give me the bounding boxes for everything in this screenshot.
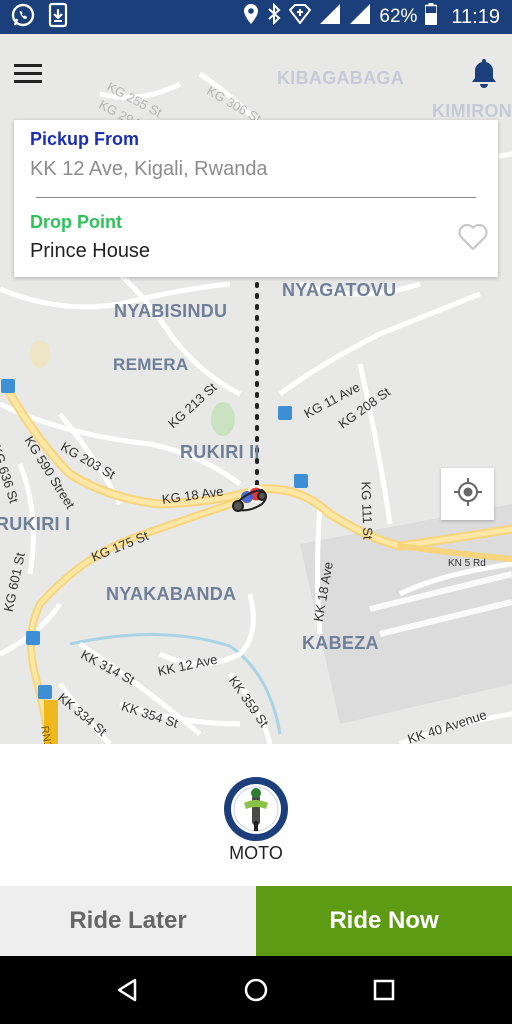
area-label-nyakabanda: NYAKABANDA [106, 584, 237, 604]
download-icon [48, 2, 68, 33]
street-label: KN 5 Rd [448, 558, 486, 569]
pickup-field[interactable]: KK 12 Ave, Kigali, Rwanda [30, 158, 268, 181]
bluetooth-icon [267, 2, 281, 31]
data-saver-icon [289, 4, 312, 30]
ride-now-button[interactable]: Ride Now [256, 886, 512, 956]
system-nav-bar [0, 956, 512, 1024]
battery-icon [424, 3, 439, 31]
area-label-rukiri-ii: RUKIRI II [180, 442, 260, 462]
vehicle-selector: MOTO [0, 744, 512, 886]
area-label-kibagabaga: KIBAGABAGA [277, 68, 404, 88]
location-icon [243, 3, 259, 31]
menu-icon[interactable] [14, 64, 42, 84]
my-location-icon [453, 477, 483, 512]
bell-icon[interactable] [468, 56, 500, 90]
signal-icon-2 [349, 3, 371, 31]
area-label-remera: REMERA [113, 355, 189, 374]
card-divider [36, 197, 476, 198]
home-icon[interactable] [242, 976, 270, 1004]
drop-label: Drop Point [30, 212, 122, 232]
area-label-nyabisindu: NYABISINDU [114, 301, 228, 321]
recents-icon[interactable] [370, 976, 398, 1004]
clock: 11:19 [451, 5, 500, 28]
area-label-nyagatovu: NYAGATOVU [282, 280, 397, 300]
vehicle-label: MOTO [229, 843, 283, 863]
route-card: Pickup From KK 12 Ave, Kigali, Rwanda Dr… [14, 120, 498, 277]
back-icon[interactable] [114, 976, 142, 1004]
whatsapp-icon [10, 2, 36, 33]
drop-field[interactable]: Prince House [30, 240, 150, 263]
pickup-label: Pickup From [30, 129, 140, 149]
heart-icon[interactable] [457, 222, 489, 252]
my-location-button[interactable] [441, 468, 494, 520]
ride-later-button[interactable]: Ride Later [0, 886, 256, 956]
area-label-kabeza: KABEZA [302, 633, 379, 653]
area-label-kimironko: KIMIRONKO [432, 101, 512, 121]
street-label: KG 111 St [358, 481, 376, 540]
moto-icon[interactable] [224, 777, 288, 841]
status-bar: 62% 11:19 [0, 0, 512, 34]
area-label-rukiri-i: RUKIRI I [0, 514, 71, 534]
signal-icon [319, 3, 341, 31]
battery-level: 62% [379, 6, 418, 27]
